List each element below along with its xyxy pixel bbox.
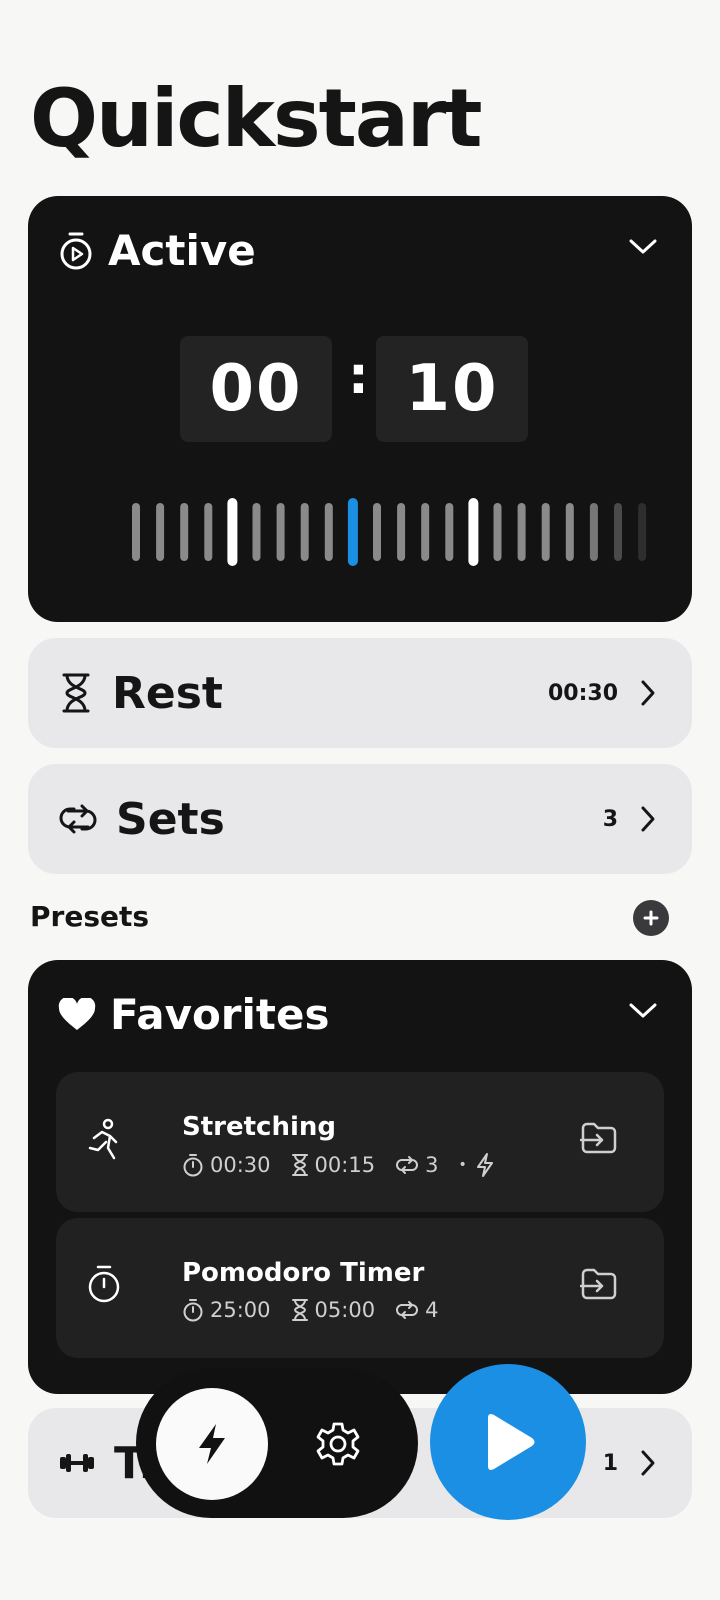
dial-tick [300,503,309,561]
dial-tick [517,503,526,561]
stopwatch-icon [88,1265,120,1303]
start-button[interactable] [430,1364,586,1520]
preset-active-time: 00:30 [210,1153,271,1177]
play-icon [488,1414,535,1470]
hourglass-icon [291,1299,308,1321]
bolt-icon [199,1424,225,1464]
time-separator: : [348,346,369,406]
page-title: Quickstart [30,72,483,165]
time-scroll-dial[interactable] [132,496,688,568]
presets-heading: Presets [30,900,150,933]
rest-label: Rest [112,667,223,719]
stopwatch-icon [183,1299,203,1322]
preset-rest-time: 05:00 [314,1298,376,1322]
preset-item-pomodoro[interactable]: Pomodoro Timer 25:00 05:00 4 [56,1218,664,1358]
dial-tick [541,503,550,561]
stopwatch-icon [183,1154,203,1177]
training-value: 1 [602,1450,618,1476]
hourglass-icon [62,673,90,713]
rest-row[interactable]: Rest 00:30 [28,638,692,748]
settings-button[interactable] [306,1412,370,1476]
dial-tick [204,503,213,561]
preset-meta: 00:30 00:15 3 • [182,1152,495,1178]
active-header[interactable]: Active [58,226,256,275]
chevron-down-icon[interactable] [628,1002,658,1020]
preset-active-time: 25:00 [210,1298,271,1322]
bolt-icon [476,1153,493,1177]
chevron-right-icon [641,1450,655,1476]
dial-tick [421,503,430,561]
dial-tick [638,503,647,561]
sets-row[interactable]: Sets 3 [28,764,692,874]
dial-tick-selected [347,498,358,566]
dial-tick [445,503,454,561]
favorites-header[interactable]: Favorites [58,990,329,1039]
dial-tick [156,503,165,561]
dumbbell-icon [60,1454,94,1472]
sets-value: 3 [602,806,618,832]
preset-meta: 25:00 05:00 4 [182,1298,450,1322]
preset-sets: 3 [425,1153,439,1177]
dial-tick [589,503,598,561]
dial-tick [614,503,622,561]
dial-tick [180,503,189,561]
dial-tick [252,503,261,561]
quickstart-button[interactable] [156,1388,268,1500]
favorites-label: Favorites [110,990,330,1039]
add-preset-button[interactable] [633,900,669,936]
repeat-icon [396,1156,418,1174]
dial-tick [373,503,381,561]
heart-icon [58,997,96,1030]
preset-item-stretching[interactable]: Stretching 00:30 00:15 3 • [56,1072,664,1212]
dial-tick [227,498,238,566]
minutes-field[interactable]: 00 [180,336,332,442]
bottom-nav-pill [136,1368,418,1518]
repeat-icon [396,1301,418,1319]
load-preset-icon[interactable] [580,1120,618,1156]
preset-rest-time: 00:15 [314,1153,376,1177]
preset-name: Pomodoro Timer [182,1258,425,1288]
repeat-icon [59,804,97,834]
stopwatch-play-icon [60,232,92,269]
dial-tick [276,503,285,561]
load-preset-icon[interactable] [580,1266,618,1302]
chevron-right-icon [641,680,655,706]
rest-value: 00:30 [547,680,618,706]
favorites-card: Favorites Stretching 00:30 00:15 3 • Pom… [28,960,692,1394]
chevron-right-icon [641,806,655,832]
dial-tick [493,503,502,561]
hourglass-icon [291,1154,308,1176]
dial-tick [565,503,574,561]
meta-separator: • [458,1157,467,1173]
sets-label: Sets [116,793,225,845]
dial-tick [397,503,406,561]
preset-sets: 4 [425,1298,439,1322]
dial-tick [324,503,333,561]
chevron-down-icon[interactable] [628,238,658,256]
active-label: Active [108,226,256,275]
dial-tick [132,503,140,561]
running-person-icon [88,1118,118,1160]
gear-icon [316,1422,360,1466]
plus-icon [643,910,659,926]
dial-tick [468,498,479,566]
preset-name: Stretching [182,1112,336,1142]
seconds-field[interactable]: 10 [376,336,528,442]
active-timer-card: Active 00 : 10 [28,196,692,622]
